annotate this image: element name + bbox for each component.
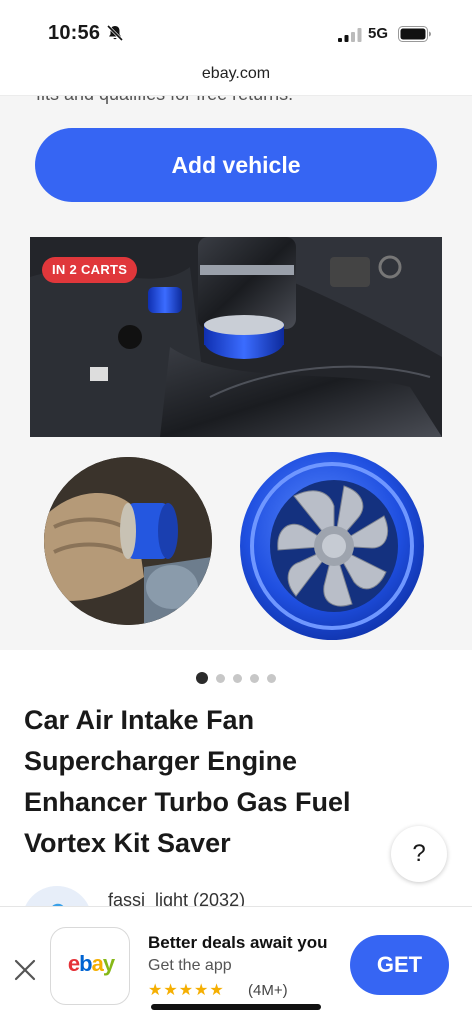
seller-name[interactable]: fassi_light (2032) <box>108 890 245 906</box>
browser-url-bar[interactable]: ebay.com <box>0 62 472 96</box>
pagination-dot-active[interactable] <box>196 672 208 684</box>
vehicle-fit-text: fits and qualifies for free returns. <box>36 96 293 105</box>
signal-strength-icon <box>338 28 362 42</box>
image-gallery[interactable]: IN 2 CARTS <box>0 234 472 810</box>
product-image-installed-closeup[interactable] <box>44 457 212 625</box>
get-app-button[interactable]: GET <box>350 935 449 995</box>
product-title: Car Air Intake Fan Supercharger Engine E… <box>24 705 351 858</box>
bell-muted-icon <box>106 24 124 42</box>
help-button[interactable]: ? <box>391 826 447 882</box>
logo-letter-y: y <box>102 951 115 976</box>
gallery-pagination[interactable] <box>0 670 472 684</box>
product-image-engine-bay[interactable]: IN 2 CARTS <box>30 237 442 437</box>
add-vehicle-button[interactable]: Add vehicle <box>35 128 437 202</box>
page-content: fits and qualifies for free returns. Add… <box>0 96 472 906</box>
in-carts-badge: IN 2 CARTS <box>42 257 138 283</box>
network-type: 5G <box>368 25 389 42</box>
banner-subtitle: Get the app <box>148 957 232 974</box>
battery-icon <box>398 26 431 42</box>
logo-letter-a: a <box>91 951 104 976</box>
url-text: ebay.com <box>201 65 271 82</box>
rating-stars: ★★★★★ <box>148 982 225 999</box>
logo-letter-b: b <box>79 951 92 976</box>
installed-closeup-illustration <box>44 457 212 625</box>
app-install-banner: ebay Better deals await you Get the app … <box>0 906 472 1022</box>
turbo-fan-illustration <box>240 452 424 640</box>
logo-letter-e: e <box>67 951 80 976</box>
status-bar: 10:56 5G <box>0 0 472 62</box>
pagination-dot[interactable] <box>267 674 276 683</box>
ebay-logo: ebay <box>51 951 131 977</box>
pagination-dot[interactable] <box>250 674 259 683</box>
product-image-fan[interactable] <box>234 446 430 642</box>
close-icon[interactable] <box>12 957 38 983</box>
status-time: 10:56 <box>48 22 101 44</box>
home-indicator <box>151 1004 321 1010</box>
pagination-dot[interactable] <box>216 674 225 683</box>
rating-count: (4M+) <box>248 982 288 999</box>
pagination-dot[interactable] <box>233 674 242 683</box>
product-details: Car Air Intake Fan Supercharger Engine E… <box>0 650 472 906</box>
seller-avatar[interactable] <box>22 886 92 906</box>
banner-title: Better deals await you <box>148 933 328 952</box>
cloud-icon <box>52 903 64 906</box>
ebay-app-icon: ebay <box>50 927 130 1005</box>
